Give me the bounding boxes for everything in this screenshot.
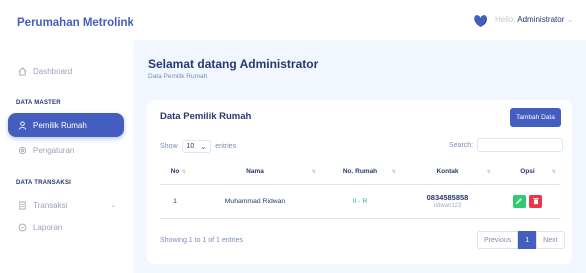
data-card: Data Pemilik Rumah Tambah Data Show 10 ⌄…: [147, 100, 572, 264]
sidebar-item-label: Dashboard: [33, 66, 73, 76]
search-input[interactable]: [477, 138, 564, 152]
sort-icon: ⇅: [486, 169, 491, 175]
house-icon: [16, 66, 28, 76]
sort-icon: ⇅: [181, 169, 186, 175]
brand-title[interactable]: Perumahan Metrolink: [17, 17, 134, 29]
table-row: 1 Muhammad Ridwan II - R 0834585858 ridw…: [160, 184, 560, 219]
person-icon: [16, 120, 28, 130]
sidebar-item-label: Transaksi: [33, 200, 68, 210]
page-subtitle: Data Pemilik Rumah: [148, 73, 208, 80]
gear-icon: [16, 146, 28, 155]
entries-value: 10: [186, 143, 195, 150]
entries-control: Show 10 ⌄ entries: [160, 140, 236, 153]
chevron-down-icon: ⌄: [200, 143, 207, 151]
page-1-button[interactable]: 1: [518, 231, 537, 249]
column-header-no[interactable]: No ⇅: [160, 160, 190, 185]
previous-page-button[interactable]: Previous: [477, 231, 519, 249]
search-control: Search:: [449, 138, 564, 152]
edit-icon: [515, 198, 522, 205]
cell-kontak: 0834585858 ridwan123: [400, 184, 495, 219]
section-heading-transaksi: DATA TRANSAKSI: [16, 180, 72, 186]
page-title: Selamat datang Administrator: [148, 57, 319, 71]
cell-opsi: [495, 184, 560, 219]
kontak-username: ridwan123: [433, 203, 462, 209]
sidebar-item-label: Pengaturan: [33, 145, 75, 155]
greeting-text: Hello,: [495, 15, 516, 24]
sort-icon: ⇅: [391, 169, 396, 175]
table-header-row: No ⇅ Nama ⇅ No. Rumah ⇅ Kontak ⇅ Opsi ⇅: [160, 160, 560, 185]
sidebar-item-transaksi[interactable]: Transaksi ⌄: [8, 193, 124, 217]
column-header-nama[interactable]: Nama ⇅: [190, 160, 320, 185]
edit-button[interactable]: [512, 194, 526, 208]
document-icon: [16, 200, 28, 210]
card-title: Data Pemilik Rumah: [160, 111, 252, 122]
trash-icon: [533, 198, 539, 205]
entries-select[interactable]: 10 ⌄: [181, 140, 212, 153]
user-menu[interactable]: Hello, Administrator ⌄: [495, 15, 573, 24]
search-label: Search:: [449, 141, 474, 149]
pagination: Previous 1 Next: [477, 231, 565, 249]
sidebar-item-pengaturan[interactable]: Pengaturan: [8, 138, 124, 162]
sidebar-item-pemilik-rumah[interactable]: Pemilik Rumah: [8, 113, 124, 137]
sort-icon: ⇅: [551, 169, 556, 175]
sort-icon: ⇅: [311, 169, 316, 175]
add-data-button[interactable]: Tambah Data: [510, 108, 561, 127]
table-info: Showing 1 to 1 of 1 entries: [160, 237, 243, 244]
sidebar: Perumahan Metrolink Dashboard DATA MASTE…: [0, 0, 134, 273]
sidebar-item-label: Laporan: [33, 222, 63, 232]
cell-nama: Muhammad Ridwan: [190, 184, 320, 219]
cell-no: 1: [160, 184, 190, 219]
username-text: Administrator: [517, 15, 565, 24]
kontak-phone: 0834585858: [426, 193, 469, 202]
next-page-button[interactable]: Next: [536, 231, 565, 249]
sidebar-item-laporan[interactable]: Laporan: [8, 215, 124, 239]
show-label: Show: [160, 143, 178, 150]
cell-no-rumah: II - R: [320, 184, 400, 219]
sidebar-item-label: Pemilik Rumah: [33, 120, 87, 130]
top-bar: Hello, Administrator ⌄: [133, 0, 586, 40]
column-header-kontak[interactable]: Kontak ⇅: [400, 160, 495, 185]
section-heading-master: DATA MASTER: [16, 100, 61, 106]
column-header-no-rumah[interactable]: No. Rumah ⇅: [320, 160, 400, 185]
delete-button[interactable]: [529, 194, 543, 208]
column-header-opsi[interactable]: Opsi ⇅: [495, 160, 560, 185]
report-icon: [16, 223, 28, 232]
entries-label: entries: [215, 143, 237, 150]
data-table: No ⇅ Nama ⇅ No. Rumah ⇅ Kontak ⇅ Opsi ⇅ 1 Muh…: [160, 160, 560, 219]
sidebar-item-dashboard[interactable]: Dashboard: [8, 59, 124, 83]
avatar[interactable]: [472, 12, 489, 29]
chevron-down-icon: ⌄: [110, 202, 116, 209]
chevron-down-icon: ⌄: [566, 15, 574, 24]
